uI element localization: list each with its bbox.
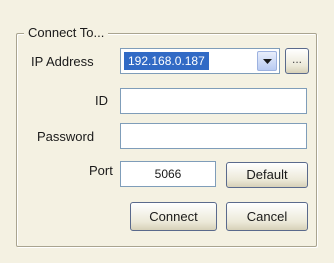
cancel-button[interactable]: Cancel	[226, 202, 308, 231]
id-label: ID	[95, 93, 108, 108]
id-field[interactable]	[120, 88, 307, 114]
connect-dialog: Connect To... IP Address 192.168.0.187 .…	[0, 0, 334, 263]
port-label: Port	[89, 163, 113, 178]
ip-address-label: IP Address	[31, 54, 94, 69]
password-field[interactable]	[120, 123, 307, 149]
chevron-down-icon	[263, 59, 272, 64]
groupbox-title: Connect To...	[24, 24, 109, 41]
default-button[interactable]: Default	[226, 162, 308, 188]
port-field[interactable]: 5066	[120, 161, 216, 187]
browse-button[interactable]: ...	[285, 48, 309, 74]
password-label: Password	[37, 129, 95, 144]
dropdown-button[interactable]	[257, 51, 277, 71]
ip-address-combo[interactable]: 192.168.0.187	[120, 48, 280, 74]
connect-button[interactable]: Connect	[130, 202, 217, 231]
ip-address-value[interactable]: 192.168.0.187	[124, 52, 209, 70]
